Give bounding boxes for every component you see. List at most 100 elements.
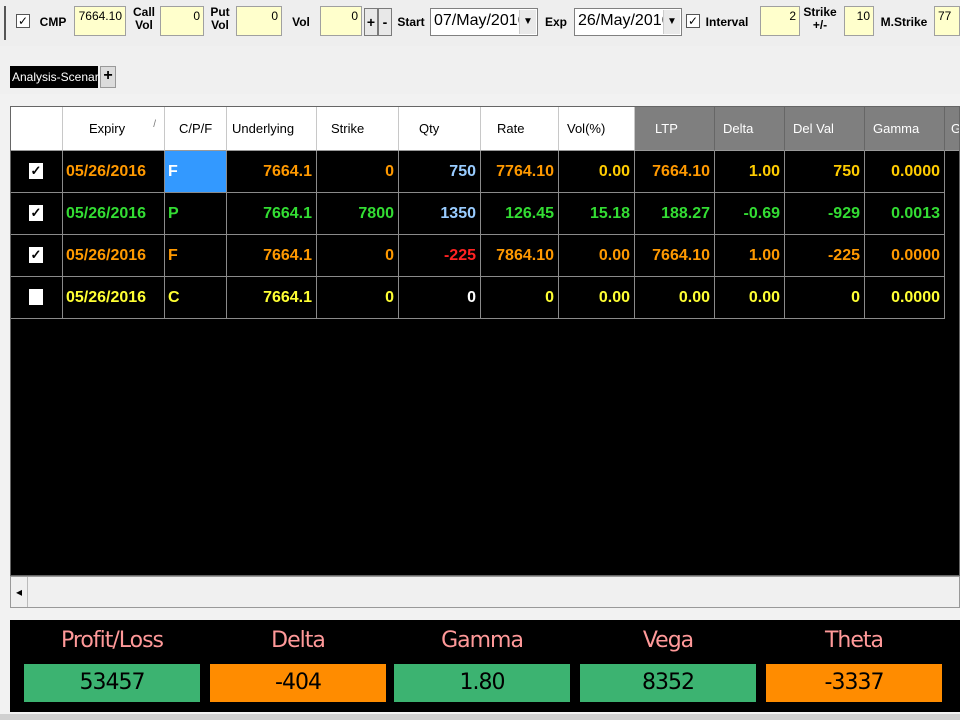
summary-value-delta: -404 bbox=[210, 664, 386, 702]
header-delta[interactable]: Delta bbox=[715, 107, 785, 151]
call-vol-input[interactable]: 0 bbox=[160, 6, 204, 36]
interval-input[interactable]: 2 bbox=[760, 6, 800, 36]
cell-ltp: 7664.10 bbox=[635, 151, 715, 193]
cell-delval: 0 bbox=[785, 277, 865, 319]
table-row[interactable]: ✓ 05/26/2016 P 7664.1 7800 1350 126.45 1… bbox=[11, 193, 959, 235]
row-checkbox[interactable]: ✓ bbox=[29, 205, 43, 221]
cell-rate: 7764.10 bbox=[481, 151, 559, 193]
table-row[interactable]: ✓ 05/26/2016 F 7664.1 0 -225 7864.10 0.0… bbox=[11, 235, 959, 277]
header-rate[interactable]: Rate bbox=[481, 107, 559, 151]
header-cpf[interactable]: C/P/F bbox=[165, 107, 227, 151]
cell-qty: 1350 bbox=[399, 193, 481, 235]
interval-checkbox[interactable]: ✓ bbox=[686, 14, 700, 28]
cell-rate: 0 bbox=[481, 277, 559, 319]
header-g[interactable]: G bbox=[945, 107, 959, 151]
strike-input[interactable]: 10 bbox=[844, 6, 874, 36]
window-bottom-edge bbox=[0, 714, 960, 720]
decrement-button[interactable]: - bbox=[378, 8, 392, 36]
put-vol-input[interactable]: 0 bbox=[236, 6, 282, 36]
summary-label-vega: Vega bbox=[642, 628, 694, 653]
cell-cpf[interactable]: F bbox=[165, 151, 227, 193]
header-ltp[interactable]: LTP bbox=[635, 107, 715, 151]
vol-input[interactable]: 0 bbox=[320, 6, 362, 36]
mstrike-input[interactable]: 77 bbox=[934, 6, 960, 36]
summary-label-profit-loss: Profit/Loss bbox=[60, 628, 164, 653]
cell-delval: -929 bbox=[785, 193, 865, 235]
summary-label-delta: Delta bbox=[271, 628, 326, 653]
toolbar-left-edge bbox=[4, 6, 6, 40]
cell-cpf[interactable]: C bbox=[165, 277, 227, 319]
cell-underlying: 7664.1 bbox=[227, 277, 317, 319]
header-select bbox=[11, 107, 63, 151]
cell-ltp: 0.00 bbox=[635, 277, 715, 319]
cell-cpf[interactable]: P bbox=[165, 193, 227, 235]
cmp-input[interactable]: 7664.10 bbox=[74, 6, 126, 36]
cell-underlying: 7664.1 bbox=[227, 193, 317, 235]
tab-analysis-scenario[interactable]: Analysis-Scenario bbox=[10, 66, 98, 88]
start-date-picker[interactable]: 07/May/2016 ▼ bbox=[430, 8, 538, 36]
cell-underlying: 7664.1 bbox=[227, 151, 317, 193]
exp-date-value: 26/May/2016 bbox=[578, 12, 671, 29]
cell-strike: 7800 bbox=[317, 193, 399, 235]
summary-value-profit-loss: 53457 bbox=[24, 664, 200, 702]
horizontal-scrollbar[interactable]: ◂ bbox=[10, 576, 960, 608]
table-row[interactable]: 05/26/2016 C 7664.1 0 0 0 0.00 0.00 0.00… bbox=[11, 277, 959, 319]
cell-cpf[interactable]: F bbox=[165, 235, 227, 277]
summary-value-vega: 8352 bbox=[580, 664, 756, 702]
greeks-summary: Profit/Loss Delta Gamma Vega Theta 53457… bbox=[10, 620, 960, 712]
cell-gamma: 0.0000 bbox=[865, 151, 945, 193]
cell-qty: -225 bbox=[399, 235, 481, 277]
summary-label-theta: Theta bbox=[824, 628, 884, 653]
cell-strike: 0 bbox=[317, 277, 399, 319]
header-delval[interactable]: Del Val bbox=[785, 107, 865, 151]
start-date-value: 07/May/2016 bbox=[434, 12, 527, 29]
cmp-checkbox[interactable]: ✓ bbox=[16, 14, 30, 28]
cell-gamma: 0.0000 bbox=[865, 235, 945, 277]
increment-button[interactable]: + bbox=[364, 8, 378, 36]
summary-label-gamma: Gamma bbox=[441, 628, 524, 653]
cell-vol: 0.00 bbox=[559, 235, 635, 277]
header-expiry[interactable]: Expiry / bbox=[63, 107, 165, 151]
tab-strip: Analysis-Scenario + bbox=[0, 46, 960, 94]
cell-strike: 0 bbox=[317, 151, 399, 193]
header-qty[interactable]: Qty bbox=[399, 107, 481, 151]
header-strike[interactable]: Strike bbox=[317, 107, 399, 151]
cell-ltp: 188.27 bbox=[635, 193, 715, 235]
row-checkbox[interactable]: ✓ bbox=[29, 247, 43, 263]
call-vol-label: Call Vol bbox=[132, 5, 155, 32]
row-select-cell: ✓ bbox=[11, 151, 63, 193]
start-label: Start bbox=[397, 15, 425, 29]
sort-icon: / bbox=[153, 119, 156, 130]
row-checkbox[interactable] bbox=[29, 289, 43, 305]
header-underlying[interactable]: Underlying bbox=[227, 107, 317, 151]
header-gamma[interactable]: Gamma bbox=[865, 107, 945, 151]
chevron-down-icon[interactable]: ▼ bbox=[663, 10, 680, 34]
summary-value-theta: -3337 bbox=[766, 664, 942, 702]
strike-label: Strike +/- bbox=[803, 5, 837, 32]
vol-label: Vol bbox=[292, 15, 310, 29]
grid-header: Expiry / C/P/F Underlying Strike Qty Rat… bbox=[11, 107, 959, 151]
cell-rate: 7864.10 bbox=[481, 235, 559, 277]
row-checkbox[interactable]: ✓ bbox=[29, 163, 43, 179]
exp-date-picker[interactable]: 26/May/2016 ▼ bbox=[574, 8, 682, 36]
cell-gamma: 0.0000 bbox=[865, 277, 945, 319]
cell-expiry: 05/26/2016 bbox=[63, 193, 165, 235]
add-tab-button[interactable]: + bbox=[100, 66, 116, 88]
cell-gamma: 0.0013 bbox=[865, 193, 945, 235]
positions-grid: Expiry / C/P/F Underlying Strike Qty Rat… bbox=[10, 106, 960, 576]
cmp-label: CMP bbox=[39, 15, 67, 29]
row-select-cell: ✓ bbox=[11, 193, 63, 235]
cell-expiry: 05/26/2016 bbox=[63, 277, 165, 319]
cell-qty: 0 bbox=[399, 277, 481, 319]
chevron-down-icon[interactable]: ▼ bbox=[519, 10, 536, 34]
mstrike-label: M.Strike bbox=[880, 15, 928, 29]
cell-delta: -0.69 bbox=[715, 193, 785, 235]
cell-expiry: 05/26/2016 bbox=[63, 151, 165, 193]
row-select-cell bbox=[11, 277, 63, 319]
header-vol[interactable]: Vol(%) bbox=[559, 107, 635, 151]
table-row[interactable]: ✓ 05/26/2016 F 7664.1 0 750 7764.10 0.00… bbox=[11, 151, 959, 193]
toolbar: ✓ CMP 7664.10 Call Vol 0 Put Vol 0 Vol 0… bbox=[0, 0, 960, 47]
interval-label: Interval bbox=[705, 15, 749, 29]
summary-value-gamma: 1.80 bbox=[394, 664, 570, 702]
scroll-left-icon[interactable]: ◂ bbox=[11, 577, 28, 607]
